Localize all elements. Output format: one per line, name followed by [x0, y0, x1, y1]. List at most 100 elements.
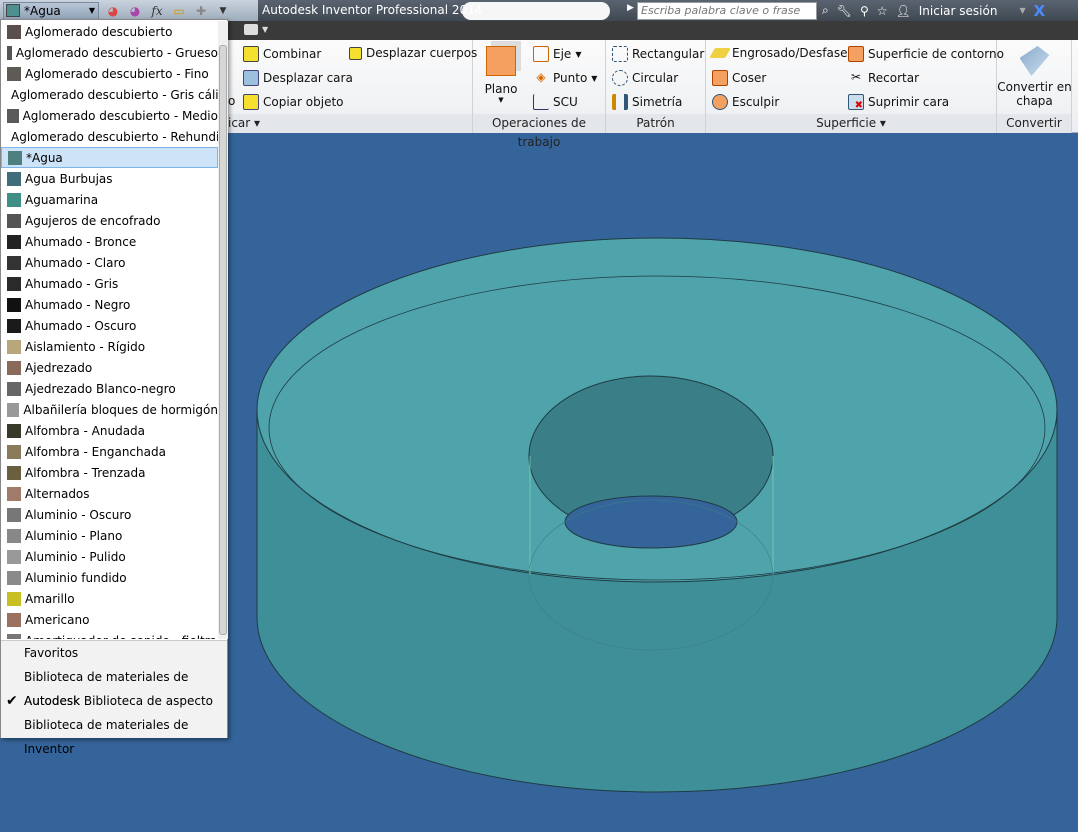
satellite-icon[interactable]: ⚲	[860, 4, 869, 18]
plane-button[interactable]: Plano ▼	[481, 46, 521, 104]
material-item[interactable]: Aglomerado descubierto - Medio	[1, 105, 218, 126]
binoculars-icon[interactable]: ⌕	[822, 3, 829, 18]
library-selector: Favoritos Biblioteca de materiales de Aut…	[1, 640, 227, 756]
add-icon[interactable]: ✚	[193, 3, 209, 19]
expand-icon[interactable]: ▶	[627, 3, 634, 13]
material-item[interactable]: Alfombra - Anudada	[1, 420, 218, 441]
axis-button[interactable]: Eje ▼	[533, 46, 581, 62]
stitch-button[interactable]: Coser	[712, 70, 766, 86]
material-item[interactable]: Aluminio - Pulido	[1, 546, 218, 567]
group-label-modify[interactable]: icar ▾	[228, 114, 472, 133]
material-item[interactable]: Americano	[1, 609, 218, 630]
scrollbar[interactable]	[218, 21, 228, 639]
rectangular-pattern-button[interactable]: Rectangular	[612, 46, 704, 62]
parameters-fx-icon[interactable]: fx	[149, 3, 165, 19]
material-item[interactable]: Alfombra - Enganchada	[1, 441, 218, 462]
material-item[interactable]: Aluminio fundido	[1, 567, 218, 588]
exchange-x-icon[interactable]: X	[1034, 2, 1046, 20]
material-item[interactable]: Ajedrezado Blanco-negro	[1, 378, 218, 399]
material-label: Aglomerado descubierto - Medio	[22, 108, 218, 123]
material-item[interactable]: Aglomerado descubierto - Rehundido	[1, 126, 218, 147]
combine-button[interactable]: Combinar	[243, 46, 321, 62]
library-item[interactable]: ✔ Autodesk Biblioteca de aspecto	[1, 689, 227, 713]
ribbon-group-work-features: Plano ▼ Eje ▼ ◈ Punto ▼ SCU Operaciones de…	[473, 40, 606, 149]
sculpt-icon	[712, 94, 728, 110]
chevron-down-icon[interactable]: ▼	[1019, 6, 1025, 15]
material-item[interactable]: Aluminio - Oscuro	[1, 504, 218, 525]
library-item[interactable]: Favoritos	[1, 641, 227, 665]
move-bodies-button[interactable]: Desplazar cuerpos	[349, 46, 477, 60]
stitch-icon	[712, 70, 728, 86]
copy-object-button[interactable]: Copiar objeto	[243, 94, 344, 110]
help-search-input[interactable]: Escriba palabra clave o frase	[637, 2, 817, 20]
material-item[interactable]: Ajedrezado	[1, 357, 218, 378]
material-item[interactable]: Amarillo	[1, 588, 218, 609]
clear-appearance-icon[interactable]: ◕	[127, 3, 143, 19]
material-selector[interactable]: *Agua ▼	[3, 1, 99, 20]
material-label: Aglomerado descubierto - Rehundido	[11, 129, 218, 144]
material-item[interactable]: Aislamiento - Rígido	[1, 336, 218, 357]
material-item[interactable]: Aglomerado descubierto - Gris cálido	[1, 84, 218, 105]
material-items[interactable]: Aglomerado descubierto Aglomerado descubi…	[1, 21, 218, 639]
material-swatch	[7, 402, 20, 417]
material-item[interactable]: Ahumado - Bronce	[1, 231, 218, 252]
mirror-button[interactable]: Simetría	[612, 94, 682, 110]
library-item[interactable]: Biblioteca de materiales de Inventor	[1, 713, 227, 756]
material-item[interactable]: Agua Burbujas	[1, 168, 218, 189]
customize-dropdown-icon[interactable]: ▼	[215, 3, 231, 19]
sculpt-button[interactable]: Esculpir	[712, 94, 779, 110]
material-item[interactable]: Ahumado - Claro	[1, 252, 218, 273]
title-bar: *Agua ▼ ◕ ◕ fx ▭ ✚ ▼ Autodesk Inventor P…	[0, 0, 1078, 21]
material-item[interactable]: Aguamarina	[1, 189, 218, 210]
material-dropdown-list: Aglomerado descubierto Aglomerado descubi…	[0, 19, 228, 756]
scrollbar-thumb[interactable]	[219, 45, 227, 635]
user-icon[interactable]: 👤︎	[896, 4, 911, 18]
ribbon-group-surface: Engrosado/Desfase Coser Esculpir Superfi…	[706, 40, 1004, 133]
thicken-offset-button[interactable]: Engrosado/Desfase	[709, 46, 848, 60]
boundary-patch-icon	[848, 46, 864, 62]
chevron-down-icon[interactable]: ▼	[262, 25, 268, 34]
ribbon-group-pattern: Rectangular Circular Simetría Patrón	[606, 40, 706, 133]
material-label: Alfombra - Enganchada	[25, 444, 166, 459]
trim-button[interactable]: ✂ Recortar	[848, 70, 919, 86]
measure-icon[interactable]: ▭	[171, 3, 187, 19]
wrench-icon[interactable]: 🔧︎	[837, 4, 852, 18]
material-item[interactable]: Aluminio - Plano	[1, 525, 218, 546]
move-bodies-icon	[349, 46, 362, 60]
material-item[interactable]: Alfombra - Trenzada	[1, 462, 218, 483]
group-label-surface[interactable]: Superficie ▾	[706, 114, 996, 133]
material-swatch	[7, 255, 21, 270]
material-item[interactable]: Albañilería bloques de hormigón	[1, 399, 218, 420]
material-label: Albañilería bloques de hormigón	[23, 402, 218, 417]
material-item[interactable]: Amortiguador de sonido - fieltro	[1, 630, 218, 639]
material-swatch	[7, 276, 21, 291]
material-item[interactable]: Aglomerado descubierto	[1, 21, 218, 42]
material-item[interactable]: Ahumado - Negro	[1, 294, 218, 315]
material-label: Aislamiento - Rígido	[25, 339, 146, 354]
ucs-button[interactable]: SCU	[533, 94, 578, 110]
material-swatch	[7, 570, 21, 585]
material-item[interactable]: Aglomerado descubierto - Grueso	[1, 42, 218, 63]
material-item[interactable]: Alternados	[1, 483, 218, 504]
delete-face-button[interactable]: ✖ Suprimir cara	[848, 94, 949, 111]
material-item[interactable]: Ahumado - Oscuro	[1, 315, 218, 336]
circular-pattern-button[interactable]: Circular	[612, 70, 678, 86]
library-item[interactable]: Biblioteca de materiales de Autodesk	[1, 665, 227, 708]
boundary-patch-button[interactable]: Superficie de contorno	[848, 46, 1004, 62]
point-icon: ◈	[536, 70, 546, 84]
3d-viewport[interactable]	[228, 133, 1078, 832]
minimize-ribbon-button[interactable]	[244, 24, 258, 35]
material-swatch	[7, 528, 21, 543]
material-item[interactable]: Agujeros de encofrado	[1, 210, 218, 231]
material-item[interactable]: Aglomerado descubierto - Fino	[1, 63, 218, 84]
sign-in-link[interactable]: Iniciar sesión	[919, 4, 998, 18]
mirror-icon	[612, 94, 628, 110]
material-item[interactable]: Ahumado - Gris	[1, 273, 218, 294]
move-face-button[interactable]: Desplazar cara	[243, 70, 353, 86]
appearance-override-icon[interactable]: ◕	[105, 3, 121, 19]
point-button[interactable]: ◈ Punto ▼	[533, 70, 597, 86]
material-item[interactable]: *Agua	[1, 147, 218, 168]
convert-to-sheet-metal-button[interactable]: Convertir en chapa	[997, 46, 1072, 108]
star-icon[interactable]: ☆	[877, 4, 888, 18]
material-label: *Agua	[26, 150, 63, 165]
